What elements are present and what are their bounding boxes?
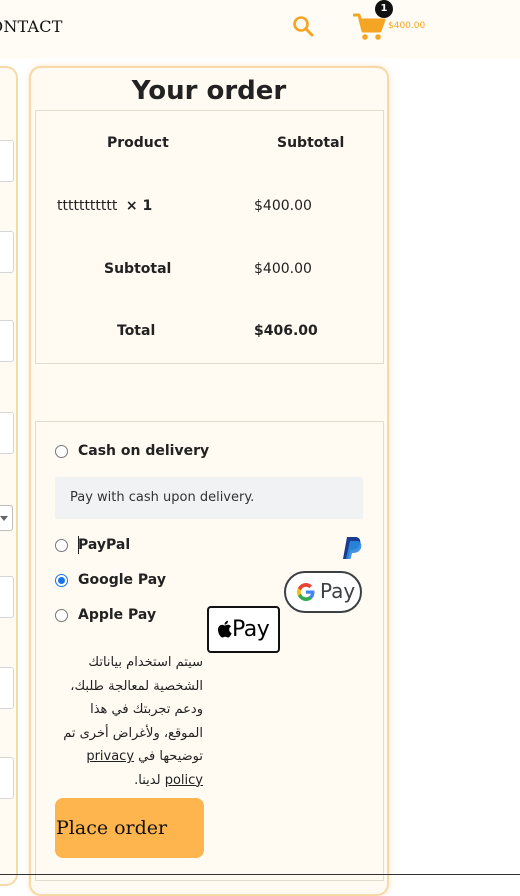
billing-input[interactable]	[0, 140, 14, 182]
total-value: $406.00	[254, 323, 318, 339]
cart-count-badge: 1	[375, 0, 393, 18]
payment-label-google-pay[interactable]: Google Pay	[78, 572, 166, 588]
paypal-icon	[343, 537, 362, 559]
apple-pay-button[interactable]: Pay	[207, 606, 280, 653]
item-price: $400.00	[254, 198, 312, 214]
radio-paypal[interactable]	[55, 539, 68, 552]
google-pay-button[interactable]: Pay	[284, 571, 362, 613]
cart-total[interactable]: $400.00	[388, 21, 425, 31]
column-header-product: Product	[107, 135, 169, 151]
privacy-suffix: لدينا.	[134, 772, 161, 788]
item-quantity: × 1	[125, 198, 153, 214]
radio-google-pay[interactable]	[55, 574, 68, 587]
billing-input[interactable]	[0, 320, 14, 362]
total-label: Total	[117, 323, 156, 339]
order-title: Your order	[131, 76, 287, 106]
billing-input[interactable]	[0, 576, 14, 618]
google-pay-label: Pay	[320, 579, 356, 603]
item-name-text: ttttttttttt	[57, 198, 118, 214]
search-icon[interactable]	[291, 14, 315, 38]
radio-cash-on-delivery[interactable]	[55, 445, 68, 458]
nav-link-contact[interactable]: ONTACT	[0, 17, 63, 36]
payment-label-paypal[interactable]: PayPal	[78, 537, 130, 553]
google-g-icon	[297, 583, 315, 601]
place-order-label: Place order	[56, 817, 168, 839]
item-name: ttttttttttt × 1	[57, 198, 152, 214]
cod-description: Pay with cash upon delivery.	[55, 477, 363, 519]
apple-logo-icon	[217, 620, 232, 638]
billing-input[interactable]	[0, 667, 14, 709]
place-order-button[interactable]: Place order	[55, 798, 204, 858]
radio-apple-pay[interactable]	[55, 609, 68, 622]
billing-input[interactable]	[0, 412, 14, 454]
header-bar: ONTACT 1 $400.00	[0, 0, 520, 58]
subtotal-value: $400.00	[254, 261, 312, 277]
billing-select[interactable]	[0, 505, 13, 531]
payment-label-cod[interactable]: Cash on delivery	[78, 443, 209, 459]
billing-input[interactable]	[0, 757, 14, 799]
column-header-subtotal: Subtotal	[277, 135, 345, 151]
apple-pay-label: Pay	[217, 617, 270, 642]
privacy-notice: سيتم استخدام بياناتك الشخصية لمعالجة طلب…	[55, 651, 203, 792]
privacy-text: سيتم استخدام بياناتك الشخصية لمعالجة طلب…	[63, 655, 203, 764]
chevron-down-icon	[0, 516, 8, 521]
subtotal-label: Subtotal	[104, 261, 172, 277]
billing-input[interactable]	[0, 231, 14, 273]
payment-label-apple-pay[interactable]: Apple Pay	[78, 607, 156, 623]
apple-pay-label-text: Pay	[232, 617, 270, 642]
